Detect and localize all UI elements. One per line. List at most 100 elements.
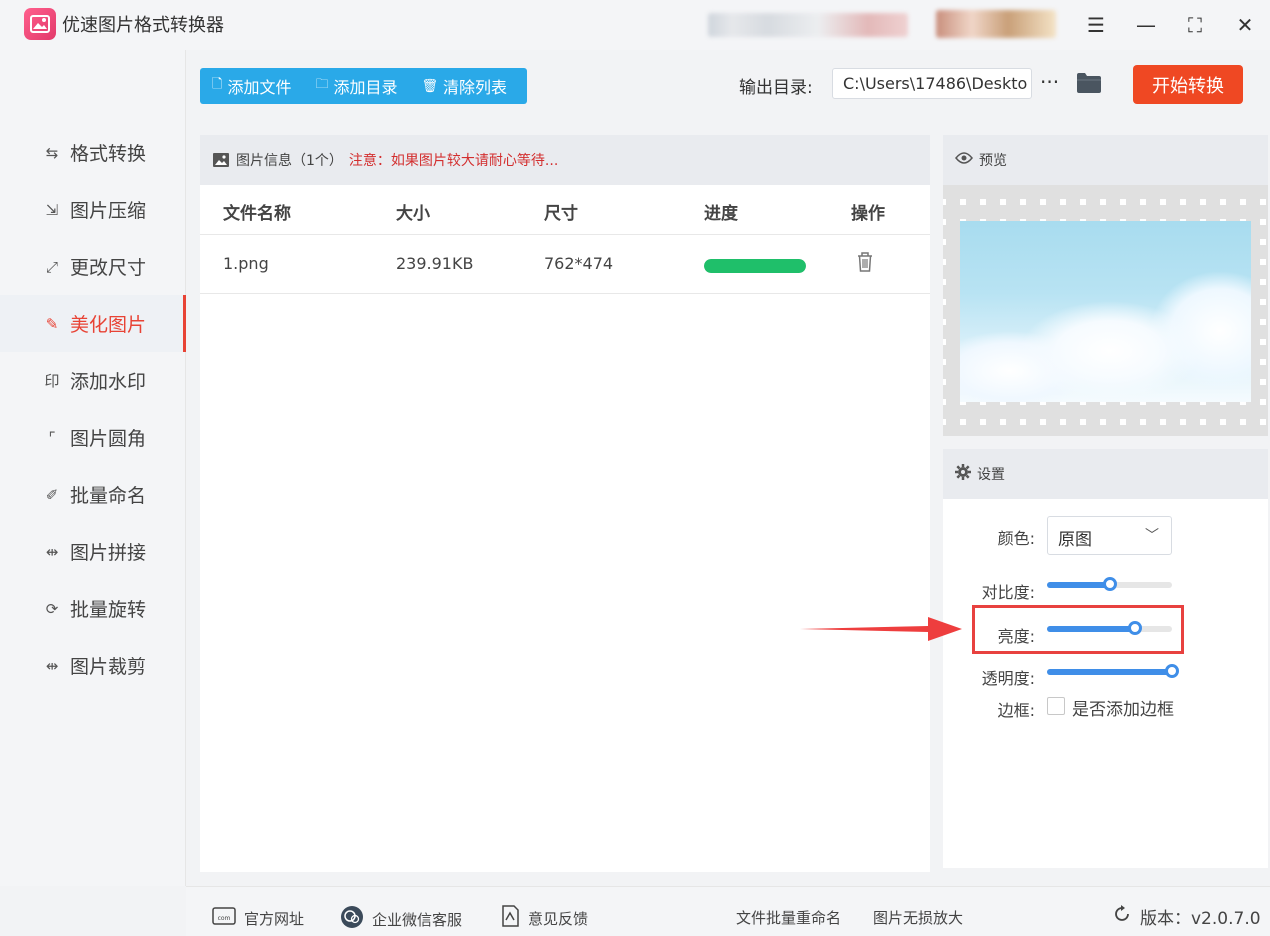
sidebar-item-label: 图片拼接 bbox=[70, 542, 147, 564]
merge-icon: ⇹ bbox=[45, 542, 59, 561]
sidebar-item-beautify[interactable]: ✎ 美化图片 bbox=[0, 295, 186, 352]
lossless-upscale-link[interactable]: 图片无损放大 bbox=[873, 907, 963, 928]
blurred-avatar bbox=[936, 10, 1056, 38]
wechat-icon bbox=[340, 905, 364, 933]
progress-bar bbox=[704, 259, 806, 273]
add-border-checkbox-label[interactable]: 是否添加边框 bbox=[1072, 695, 1174, 720]
svg-text:com: com bbox=[218, 915, 231, 922]
sidebar-item-format-convert[interactable]: ⇆ 格式转换 bbox=[0, 124, 186, 181]
rounded-corner-icon: ⌜ bbox=[48, 428, 56, 447]
column-header-name: 文件名称 bbox=[223, 204, 291, 224]
maximize-button[interactable]: ⛶ bbox=[1180, 10, 1210, 40]
file-toolbar: 🗋 添加文件 🗀 添加目录 🗑 清除列表 bbox=[200, 68, 527, 104]
close-button[interactable]: ✕ bbox=[1230, 10, 1260, 40]
minimize-button[interactable]: — bbox=[1131, 10, 1161, 40]
add-file-button[interactable]: 🗋 添加文件 bbox=[212, 74, 291, 98]
clear-list-button[interactable]: 🗑 清除列表 bbox=[422, 74, 508, 98]
sidebar-item-compress[interactable]: ⇲ 图片压缩 bbox=[0, 181, 186, 238]
sidebar-item-label: 图片圆角 bbox=[70, 428, 147, 450]
file-list-warning: 注意：如果图片较大请耐心等待... bbox=[348, 153, 559, 169]
sidebar-item-label: 图片裁剪 bbox=[70, 656, 147, 678]
add-border-checkbox[interactable] bbox=[1047, 697, 1065, 715]
file-list-header: 图片信息（1个） 注意：如果图片较大请耐心等待... bbox=[200, 135, 930, 185]
file-list-panel: 图片信息（1个） 注意：如果图片较大请耐心等待... 文件名称 大小 尺寸 进度… bbox=[200, 135, 930, 872]
settings-panel: 设置 颜色: 原图 ﹀ 对比度: 亮度: 透明度: 边框: 是否添加边框 bbox=[943, 449, 1268, 868]
add-folder-button[interactable]: 🗀 添加目录 bbox=[315, 74, 397, 98]
blurred-user-info bbox=[708, 13, 908, 37]
rotate-icon: ⟳ bbox=[45, 599, 59, 618]
border-label: 边框: bbox=[997, 701, 1035, 720]
sidebar-item-rotate[interactable]: ⟳ 批量旋转 bbox=[0, 580, 186, 637]
sidebar-item-label: 格式转换 bbox=[70, 143, 147, 165]
image-icon bbox=[213, 153, 229, 167]
wechat-label: 企业微信客服 bbox=[372, 910, 463, 929]
contrast-slider-handle[interactable] bbox=[1102, 577, 1117, 591]
version-label: 版本：v2.0.7.0 bbox=[1140, 909, 1261, 929]
opacity-slider-handle[interactable] bbox=[1165, 664, 1179, 678]
website-link[interactable]: com 官方网址 bbox=[212, 907, 304, 929]
table-header: 文件名称 大小 尺寸 进度 操作 bbox=[200, 185, 930, 235]
watermark-icon: 印 bbox=[44, 372, 60, 390]
open-folder-icon[interactable] bbox=[1076, 72, 1102, 98]
gear-icon bbox=[955, 464, 971, 484]
sidebar-item-batch-rename[interactable]: ✐ 批量命名 bbox=[0, 466, 186, 523]
website-label: 官方网址 bbox=[244, 909, 305, 928]
menu-icon[interactable]: ☰ bbox=[1081, 10, 1111, 40]
contrast-slider[interactable] bbox=[1047, 577, 1172, 591]
column-header-dimensions: 尺寸 bbox=[544, 204, 578, 224]
sidebar-item-label: 添加水印 bbox=[70, 371, 147, 393]
preview-header: 预览 bbox=[943, 135, 1268, 185]
eye-icon bbox=[955, 151, 973, 169]
progress-bar-fill bbox=[704, 259, 806, 273]
preview-title: 预览 bbox=[979, 153, 1007, 169]
app-title: 优速图片格式转换器 bbox=[62, 15, 224, 36]
color-select[interactable]: 原图 ﹀ bbox=[1047, 516, 1172, 555]
swap-arrows-icon: ⇆ bbox=[45, 143, 59, 162]
opacity-slider-fill bbox=[1047, 669, 1172, 675]
file-name: 1.png bbox=[223, 254, 269, 273]
opacity-label: 透明度: bbox=[981, 669, 1035, 688]
settings-title: 设置 bbox=[977, 467, 1005, 483]
opacity-slider[interactable] bbox=[1047, 664, 1179, 678]
trash-small-icon: 🗑 bbox=[421, 78, 439, 94]
clear-list-label: 清除列表 bbox=[443, 78, 508, 97]
pointer-arrow-icon bbox=[800, 617, 962, 641]
compress-icon: ⇲ bbox=[45, 200, 59, 219]
beautify-icon: ✎ bbox=[45, 314, 59, 333]
batch-rename-link[interactable]: 文件批量重命名 bbox=[736, 907, 841, 928]
output-dir-label: 输出目录: bbox=[739, 78, 813, 98]
folder-outline-icon: 🗀 bbox=[315, 77, 329, 92]
settings-header: 设置 bbox=[943, 449, 1268, 499]
more-options-button[interactable]: ··· bbox=[1040, 68, 1059, 96]
sidebar-item-label: 批量旋转 bbox=[70, 599, 147, 621]
add-folder-label: 添加目录 bbox=[333, 78, 398, 97]
add-file-label: 添加文件 bbox=[227, 78, 292, 97]
sidebar-item-label: 批量命名 bbox=[70, 485, 147, 507]
sidebar-item-crop[interactable]: ⇹ 图片裁剪 bbox=[0, 637, 186, 694]
wechat-service-link[interactable]: 企业微信客服 bbox=[340, 905, 462, 933]
crop-icon: ⇹ bbox=[45, 656, 59, 675]
sidebar-item-label: 更改尺寸 bbox=[70, 257, 147, 279]
feedback-link[interactable]: 意见反馈 bbox=[500, 905, 588, 931]
file-dimensions: 762*474 bbox=[544, 254, 614, 273]
contrast-slider-fill bbox=[1047, 582, 1110, 588]
chevron-down-icon: ﹀ bbox=[1145, 528, 1159, 544]
sidebar-item-watermark[interactable]: 印 添加水印 bbox=[0, 352, 186, 409]
sidebar-item-resize[interactable]: ⤢ 更改尺寸 bbox=[0, 238, 186, 295]
delete-icon[interactable] bbox=[856, 251, 874, 277]
sidebar-item-rounded-corner[interactable]: ⌜ 图片圆角 bbox=[0, 409, 186, 466]
start-convert-button[interactable]: 开始转换 bbox=[1133, 65, 1243, 104]
feedback-label: 意见反馈 bbox=[528, 909, 589, 928]
preview-image bbox=[960, 221, 1251, 402]
color-label: 颜色: bbox=[997, 529, 1035, 548]
sidebar-item-label: 图片压缩 bbox=[70, 200, 147, 222]
table-row[interactable]: 1.png 239.91KB 762*474 bbox=[200, 235, 930, 294]
output-path-field[interactable]: C:\Users\17486\Deskto bbox=[832, 68, 1032, 99]
rename-icon: ✐ bbox=[45, 485, 59, 504]
column-header-action: 操作 bbox=[851, 204, 885, 224]
version-info[interactable]: 版本：v2.0.7.0 bbox=[1112, 904, 1261, 929]
feedback-icon bbox=[500, 905, 520, 931]
sidebar: ⇆ 格式转换 ⇲ 图片压缩 ⤢ 更改尺寸 ✎ 美化图片 印 添加水印 ⌜ 图片圆… bbox=[0, 50, 186, 886]
color-select-value: 原图 bbox=[1058, 530, 1092, 550]
sidebar-item-merge[interactable]: ⇹ 图片拼接 bbox=[0, 523, 186, 580]
